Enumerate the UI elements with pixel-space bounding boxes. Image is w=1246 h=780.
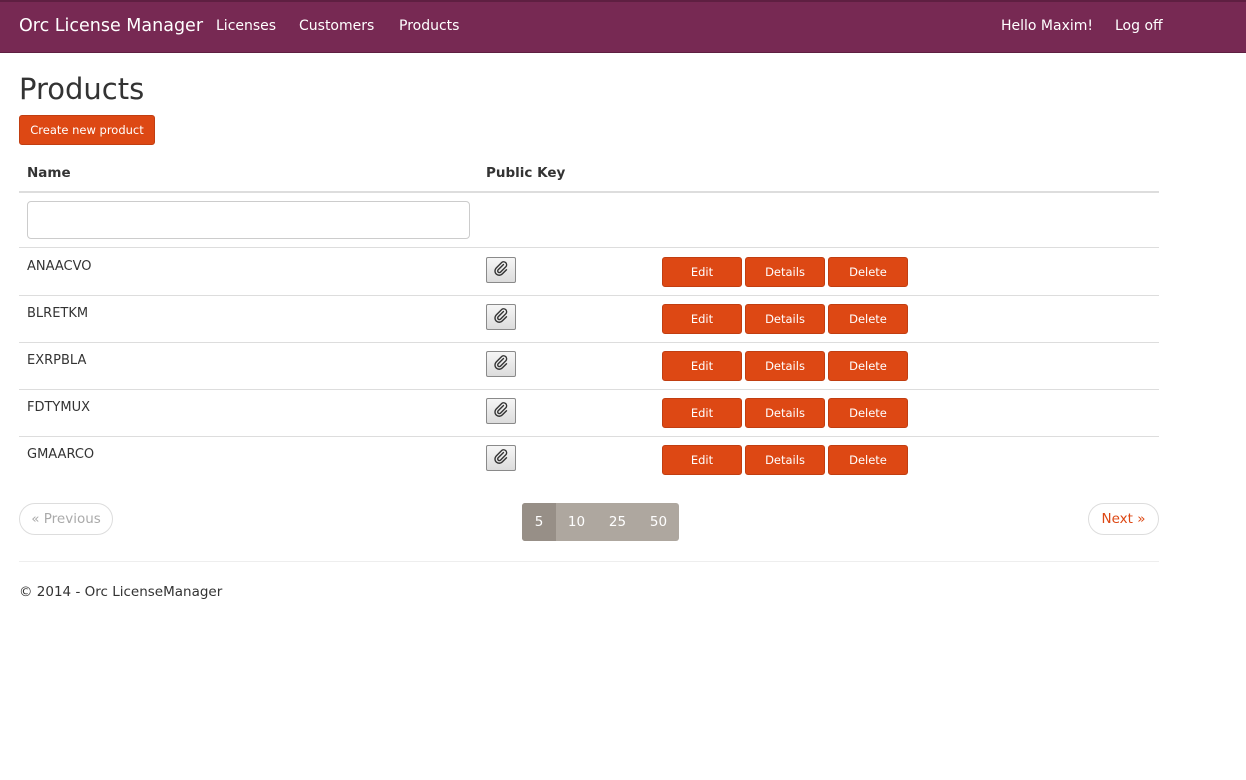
product-name: ANAACVO [27, 259, 92, 274]
brand-link[interactable]: Orc License Manager [19, 16, 203, 36]
page-size-25[interactable]: 25 [597, 503, 638, 541]
row-divider [19, 389, 1159, 390]
paperclip-icon [493, 354, 509, 374]
paperclip-icon [493, 448, 509, 468]
page-size-selector: 5 10 25 50 [522, 503, 679, 541]
page-size-5[interactable]: 5 [522, 503, 556, 541]
delete-button[interactable]: Delete [828, 351, 908, 381]
product-name: BLRETKM [27, 306, 89, 321]
nav-customers[interactable]: Customers [299, 18, 374, 34]
user-greeting-link[interactable]: Hello Maxim! [1001, 18, 1093, 34]
row-divider [19, 342, 1159, 343]
page-title: Products [19, 72, 145, 106]
details-button[interactable]: Details [745, 257, 825, 287]
header-divider [19, 191, 1159, 193]
public-key-button[interactable] [486, 398, 516, 424]
previous-page-button[interactable]: « Previous [19, 503, 113, 535]
page-size-10[interactable]: 10 [556, 503, 597, 541]
footer-copyright: © 2014 - Orc LicenseManager [19, 584, 223, 600]
create-product-button[interactable]: Create new product [19, 115, 155, 145]
details-button[interactable]: Details [745, 304, 825, 334]
footer-divider [19, 561, 1159, 562]
row-divider [19, 247, 1159, 248]
column-header-name: Name [27, 165, 71, 181]
edit-button[interactable]: Edit [662, 445, 742, 475]
name-filter-input[interactable] [27, 201, 470, 239]
nav-products[interactable]: Products [399, 18, 459, 34]
product-name: EXRPBLA [27, 353, 87, 368]
next-page-button[interactable]: Next » [1088, 503, 1159, 535]
product-name: GMAARCO [27, 447, 95, 462]
column-header-public-key: Public Key [486, 165, 566, 181]
public-key-button[interactable] [486, 351, 516, 377]
edit-button[interactable]: Edit [662, 398, 742, 428]
edit-button[interactable]: Edit [662, 304, 742, 334]
row-divider [19, 436, 1159, 437]
edit-button[interactable]: Edit [662, 351, 742, 381]
edit-button[interactable]: Edit [662, 257, 742, 287]
details-button[interactable]: Details [745, 398, 825, 428]
public-key-button[interactable] [486, 445, 516, 471]
paperclip-icon [493, 260, 509, 280]
delete-button[interactable]: Delete [828, 257, 908, 287]
product-name: FDTYMUX [27, 400, 91, 415]
top-navbar: Orc License Manager Licenses Customers P… [0, 0, 1246, 53]
delete-button[interactable]: Delete [828, 304, 908, 334]
row-divider [19, 295, 1159, 296]
page-size-50[interactable]: 50 [638, 503, 679, 541]
logoff-link[interactable]: Log off [1115, 18, 1163, 34]
public-key-button[interactable] [486, 304, 516, 330]
paperclip-icon [493, 307, 509, 327]
nav-licenses[interactable]: Licenses [216, 18, 276, 34]
delete-button[interactable]: Delete [828, 398, 908, 428]
details-button[interactable]: Details [745, 445, 825, 475]
public-key-button[interactable] [486, 257, 516, 283]
details-button[interactable]: Details [745, 351, 825, 381]
delete-button[interactable]: Delete [828, 445, 908, 475]
paperclip-icon [493, 401, 509, 421]
